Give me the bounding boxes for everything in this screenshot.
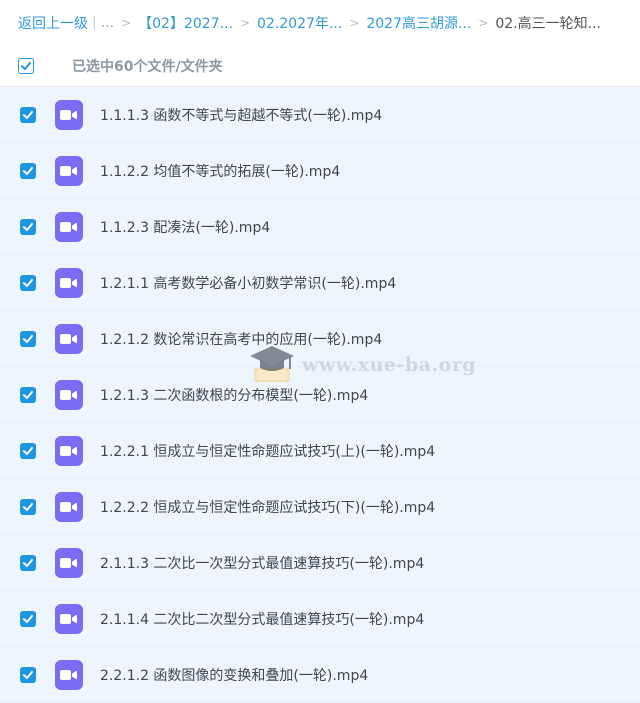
video-file-icon bbox=[55, 379, 83, 410]
video-file-icon bbox=[55, 155, 83, 186]
file-row[interactable]: 1.2.1.1 高考数学必备小初数学常识(一轮).mp4 bbox=[0, 255, 640, 311]
check-icon bbox=[23, 222, 33, 231]
file-name[interactable]: 1.2.2.2 恒成立与恒定性命题应试技巧(下)(一轮).mp4 bbox=[100, 497, 435, 517]
select-all-checkbox[interactable] bbox=[18, 58, 34, 74]
check-icon bbox=[21, 62, 31, 70]
video-camera-icon bbox=[60, 669, 77, 680]
video-file-icon bbox=[55, 547, 83, 578]
check-icon bbox=[23, 558, 33, 567]
video-camera-icon bbox=[60, 445, 77, 456]
file-row[interactable]: 1.1.1.3 函数不等式与超越不等式(一轮).mp4 bbox=[0, 87, 640, 143]
file-checkbox[interactable] bbox=[20, 386, 36, 403]
file-row[interactable]: 1.1.2.2 均值不等式的拓展(一轮).mp4 bbox=[0, 143, 640, 199]
watermark: www.xue-ba.org bbox=[248, 342, 476, 388]
video-camera-icon bbox=[60, 109, 77, 120]
file-checkbox[interactable] bbox=[20, 162, 36, 179]
file-checkbox[interactable] bbox=[20, 442, 36, 459]
file-row[interactable]: 1.1.2.3 配凑法(一轮).mp4 bbox=[0, 199, 640, 255]
check-icon bbox=[23, 390, 33, 399]
watermark-text: www.xue-ba.org bbox=[302, 354, 477, 376]
check-icon bbox=[23, 334, 33, 343]
file-name[interactable]: 2.1.1.3 二次比一次型分式最值速算技巧(一轮).mp4 bbox=[100, 553, 424, 573]
video-file-icon bbox=[55, 491, 83, 522]
video-file-icon bbox=[55, 211, 83, 242]
video-camera-icon bbox=[60, 389, 77, 400]
file-list: 1.1.1.3 函数不等式与超越不等式(一轮).mp4 1.1.2.2 均值不等式… bbox=[0, 87, 640, 703]
file-checkbox[interactable] bbox=[20, 610, 36, 627]
file-name[interactable]: 1.1.1.3 函数不等式与超越不等式(一轮).mp4 bbox=[100, 105, 382, 125]
file-name[interactable]: 1.1.2.2 均值不等式的拓展(一轮).mp4 bbox=[100, 161, 340, 181]
check-icon bbox=[23, 278, 33, 287]
video-file-icon bbox=[55, 659, 83, 690]
video-file-icon bbox=[55, 603, 83, 634]
selection-count: 已选中60个文件/文件夹 bbox=[72, 59, 223, 75]
check-icon bbox=[23, 670, 33, 679]
chevron-right-icon: > bbox=[478, 16, 489, 30]
video-camera-icon bbox=[60, 333, 77, 344]
file-checkbox[interactable] bbox=[20, 106, 36, 123]
video-camera-icon bbox=[60, 221, 77, 232]
file-checkbox[interactable] bbox=[20, 330, 36, 347]
file-name[interactable]: 2.1.1.4 二次比二次型分式最值速算技巧(一轮).mp4 bbox=[100, 609, 424, 629]
breadcrumb: 返回上一级 | ... > 【02】2027... > 02.2027年... … bbox=[0, 0, 640, 46]
video-camera-icon bbox=[60, 277, 77, 288]
file-row[interactable]: 2.1.1.3 二次比一次型分式最值速算技巧(一轮).mp4 bbox=[0, 535, 640, 591]
check-icon bbox=[23, 502, 33, 511]
file-checkbox[interactable] bbox=[20, 666, 36, 683]
chevron-right-icon: > bbox=[349, 16, 360, 30]
graduation-cap-icon bbox=[250, 346, 294, 382]
video-file-icon bbox=[55, 99, 83, 130]
file-name[interactable]: 1.2.2.1 恒成立与恒定性命题应试技巧(上)(一轮).mp4 bbox=[100, 441, 435, 461]
check-icon bbox=[23, 614, 33, 623]
file-row[interactable]: 1.2.2.2 恒成立与恒定性命题应试技巧(下)(一轮).mp4 bbox=[0, 479, 640, 535]
chevron-right-icon: > bbox=[239, 16, 250, 30]
check-icon bbox=[23, 446, 33, 455]
file-row[interactable]: 1.2.2.1 恒成立与恒定性命题应试技巧(上)(一轮).mp4 bbox=[0, 423, 640, 479]
file-row[interactable]: 2.1.1.4 二次比二次型分式最值速算技巧(一轮).mp4 bbox=[0, 591, 640, 647]
file-name[interactable]: 2.2.1.2 函数图像的变换和叠加(一轮).mp4 bbox=[100, 665, 368, 685]
video-file-icon bbox=[55, 267, 83, 298]
chevron-right-icon: > bbox=[121, 16, 132, 30]
check-icon bbox=[23, 110, 33, 119]
file-checkbox[interactable] bbox=[20, 554, 36, 571]
breadcrumb-item-1[interactable]: 【02】2027... bbox=[138, 13, 233, 33]
video-camera-icon bbox=[60, 501, 77, 512]
breadcrumb-item-3[interactable]: 2027高三胡源... bbox=[366, 13, 471, 33]
breadcrumb-item-2[interactable]: 02.2027年... bbox=[257, 13, 342, 33]
video-file-icon bbox=[55, 435, 83, 466]
check-icon bbox=[23, 166, 33, 175]
file-checkbox[interactable] bbox=[20, 274, 36, 291]
file-checkbox[interactable] bbox=[20, 498, 36, 515]
file-checkbox[interactable] bbox=[20, 218, 36, 235]
breadcrumb-ellipsis[interactable]: ... bbox=[101, 15, 114, 31]
file-name[interactable]: 1.2.1.1 高考数学必备小初数学常识(一轮).mp4 bbox=[100, 273, 396, 293]
file-name[interactable]: 1.1.2.3 配凑法(一轮).mp4 bbox=[100, 217, 270, 237]
breadcrumb-current: 02.高三一轮知... bbox=[495, 16, 601, 32]
back-link[interactable]: 返回上一级 bbox=[18, 13, 88, 33]
selection-header: 已选中60个文件/文件夹 bbox=[0, 46, 640, 87]
file-row[interactable]: 2.2.1.2 函数图像的变换和叠加(一轮).mp4 bbox=[0, 647, 640, 703]
video-camera-icon bbox=[60, 557, 77, 568]
breadcrumb-divider: | bbox=[92, 15, 97, 31]
video-camera-icon bbox=[60, 613, 77, 624]
video-file-icon bbox=[55, 323, 83, 354]
video-camera-icon bbox=[60, 165, 77, 176]
